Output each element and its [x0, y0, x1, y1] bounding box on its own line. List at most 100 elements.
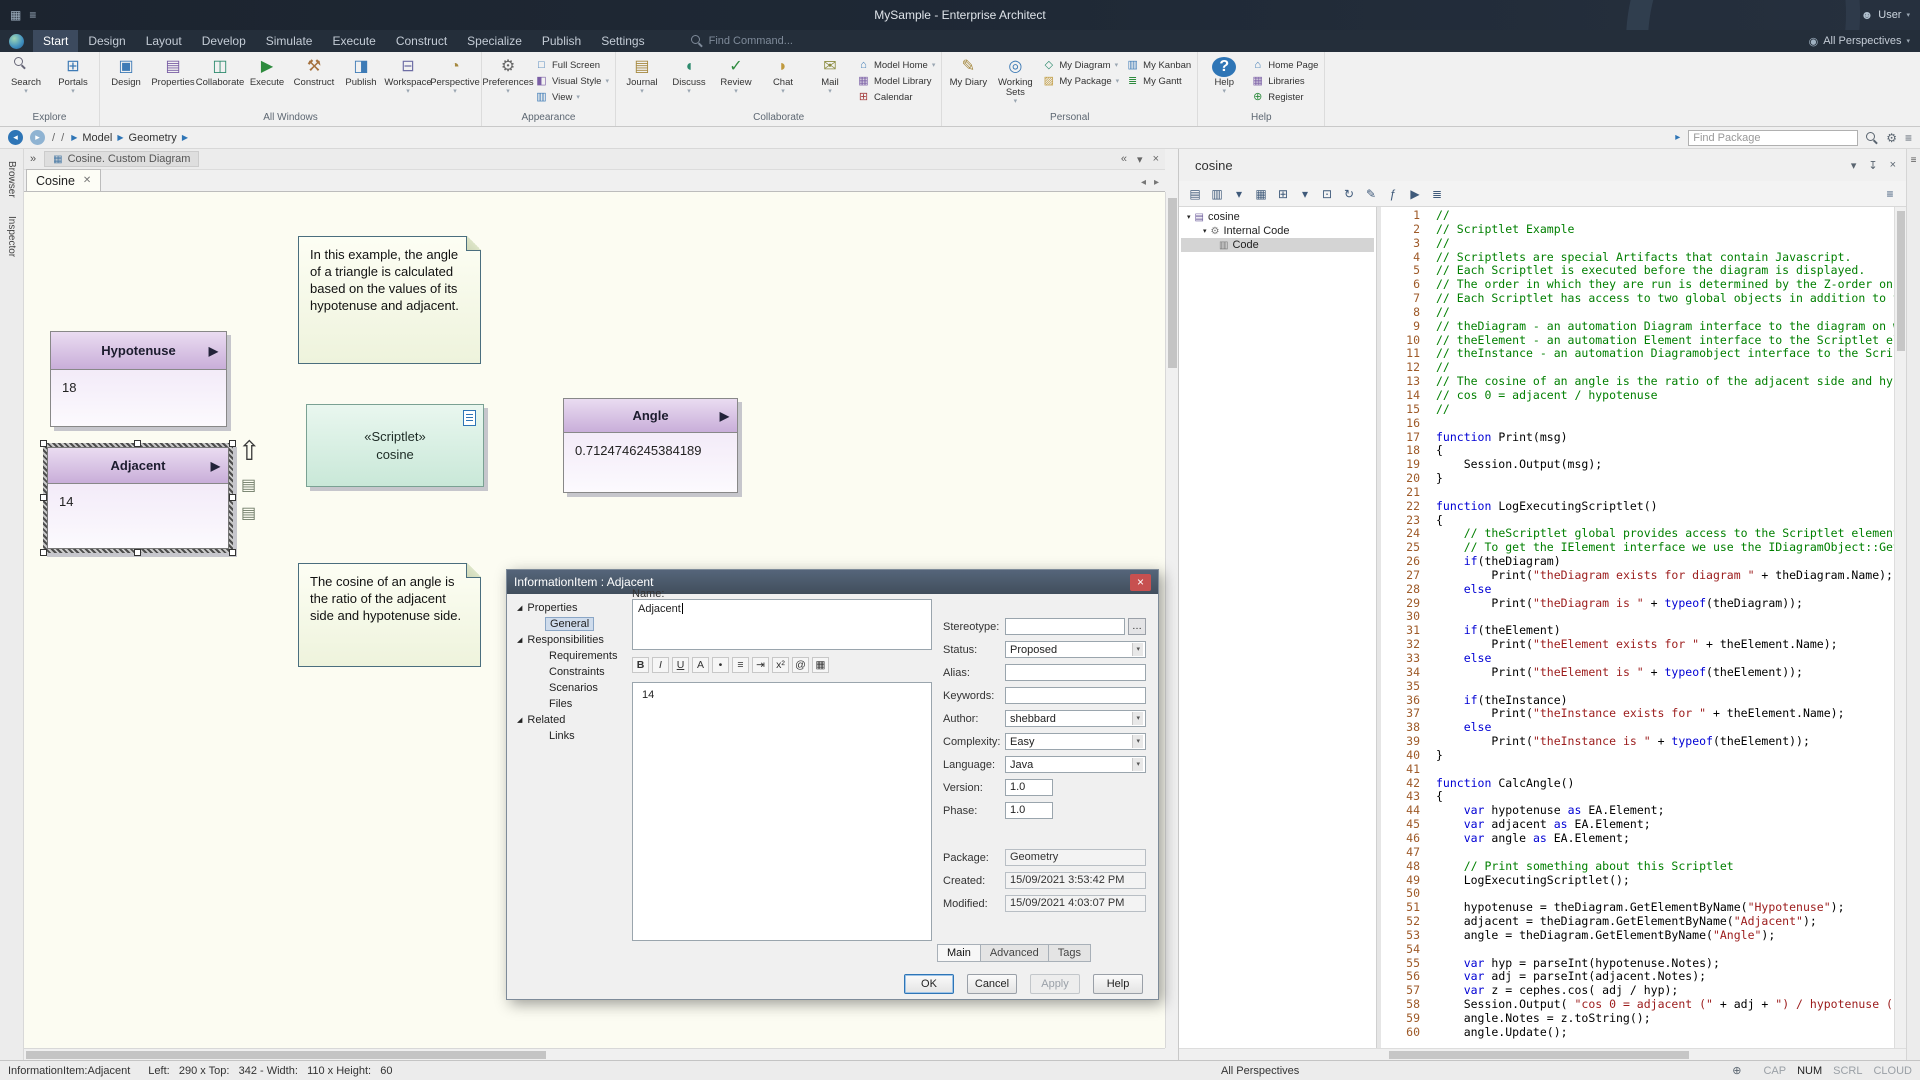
find-package-input[interactable] [1688, 130, 1858, 146]
user-menu[interactable]: ☻ User ▾ [1861, 8, 1910, 22]
close-icon[interactable]: × [1890, 159, 1896, 172]
add-icon[interactable]: ⊞ [1274, 185, 1292, 203]
complexity-select[interactable]: Easy▾ [1005, 733, 1146, 750]
note-element-1[interactable]: In this example, the angle of a triangle… [298, 236, 481, 364]
scroll-left-icon[interactable]: ◂ [1141, 177, 1146, 188]
ribbon-button-portals[interactable]: ⊞Portals▾ [50, 54, 96, 95]
status-select[interactable]: Proposed▾ [1005, 641, 1146, 658]
nav-forward-button[interactable]: ▸ [30, 130, 45, 145]
run-icon[interactable]: ▶ [1406, 185, 1424, 203]
ok-button[interactable]: OK [904, 974, 954, 994]
element-hypotenuse[interactable]: Hypotenuse ▶ 18 [50, 331, 227, 427]
language-select[interactable]: Java▾ [1005, 756, 1146, 773]
mini-element-icon[interactable]: ▤ [241, 503, 256, 523]
selection-handle[interactable] [40, 549, 47, 556]
ribbon-button-view[interactable]: ▥View▾ [532, 90, 612, 104]
element-adjacent-selected[interactable]: Adjacent ▶ 14 [43, 443, 233, 553]
func-icon[interactable]: ƒ [1384, 185, 1402, 203]
ribbon-button-discuss[interactable]: ◖Discuss▾ [666, 54, 712, 95]
selection-handle[interactable] [229, 440, 236, 447]
alias-input[interactable] [1005, 664, 1146, 681]
perspectives-menu[interactable]: ◉ All Perspectives ▾ [1809, 35, 1910, 48]
ribbon-button-register[interactable]: ⊕Register [1248, 90, 1321, 104]
ribbon-button-mail[interactable]: ✉Mail▾ [807, 54, 853, 95]
close-icon[interactable]: ✕ [83, 175, 91, 186]
ribbon-button-my-gantt[interactable]: ≣My Gantt [1123, 74, 1194, 88]
edit-icon[interactable]: ✎ [1362, 185, 1380, 203]
italic-button[interactable]: I [652, 657, 669, 673]
lines-icon[interactable]: ≣ [1428, 185, 1446, 203]
dialog-tree-properties[interactable]: ◢Properties [515, 600, 627, 616]
ribbon-button-chat[interactable]: ◗Chat▾ [760, 54, 806, 95]
selection-handle[interactable] [134, 549, 141, 556]
find-command[interactable]: Find Command... [691, 35, 793, 47]
ribbon-tab-publish[interactable]: Publish [532, 30, 591, 52]
ribbon-tab-simulate[interactable]: Simulate [256, 30, 323, 52]
gear-icon[interactable]: ⚙ [1886, 131, 1897, 145]
menu-icon[interactable]: ≡ [1911, 155, 1917, 1060]
superscript-button[interactable]: x² [772, 657, 789, 673]
ribbon-button-collaborate[interactable]: ◫Collaborate [197, 54, 243, 88]
chevron-down-icon[interactable]: ▾ [1137, 153, 1143, 166]
image-button[interactable]: ▦ [812, 657, 829, 673]
dialog-tree-scenarios[interactable]: Scenarios [515, 680, 627, 696]
dialog-tree-general[interactable]: General [515, 616, 627, 632]
code-tree-code[interactable]: ▥Code [1181, 238, 1374, 252]
refresh-icon[interactable]: ↻ [1340, 185, 1358, 203]
dropdown-icon[interactable]: ▾ [1230, 185, 1248, 203]
app-logo[interactable] [9, 34, 24, 49]
ribbon-tab-start[interactable]: Start [33, 30, 78, 52]
ribbon-button-workspace[interactable]: ⊟Workspace▾ [385, 54, 431, 95]
close-icon[interactable]: × [1153, 153, 1159, 166]
ribbon-button-my-diagram[interactable]: ◇My Diagram▾ [1039, 58, 1122, 72]
code-text[interactable]: //// Scriptlet Example//// Scriptlets ar… [1427, 207, 1906, 1048]
ribbon-tab-specialize[interactable]: Specialize [457, 30, 532, 52]
hyperlink-button[interactable]: @ [792, 657, 809, 673]
ribbon-tab-develop[interactable]: Develop [192, 30, 256, 52]
ribbon-tab-execute[interactable]: Execute [322, 30, 385, 52]
ribbon-button-visual-style[interactable]: ◧Visual Style▾ [532, 74, 612, 88]
dialog-tree-constraints[interactable]: Constraints [515, 664, 627, 680]
name-input[interactable]: Adjacent [632, 599, 932, 650]
keywords-input[interactable] [1005, 687, 1146, 704]
mini-element-icon[interactable]: ▤ [241, 475, 256, 495]
pin-icon[interactable]: ↧ [1868, 159, 1877, 172]
collapse-icon[interactable]: « [1121, 153, 1127, 166]
menu-icon[interactable]: ≡ [1881, 185, 1899, 203]
numbered-list-button[interactable]: ≡ [732, 657, 749, 673]
search-icon[interactable] [1866, 132, 1878, 144]
browse-button[interactable]: … [1128, 618, 1146, 635]
element-angle[interactable]: Angle ▶ 0.7124746245384189 [563, 398, 738, 493]
selection-handle[interactable] [40, 440, 47, 447]
indent-button[interactable]: ⇥ [752, 657, 769, 673]
author-select[interactable]: shebbard▾ [1005, 710, 1146, 727]
save-icon[interactable]: ⊡ [1318, 185, 1336, 203]
selection-handle[interactable] [40, 494, 47, 501]
dialog-tab-tags[interactable]: Tags [1048, 944, 1091, 962]
canvas-vertical-scrollbar[interactable] [1165, 192, 1178, 1048]
ribbon-button-journal[interactable]: ▤Journal▾ [619, 54, 665, 95]
menu-icon[interactable]: ≡ [1905, 131, 1912, 145]
note-element-2[interactable]: The cosine of an angle is the ratio of t… [298, 563, 481, 667]
dialog-tree-responsibilities[interactable]: ◢Responsibilities [515, 632, 627, 648]
selection-handle[interactable] [229, 494, 236, 501]
find-package-go-button[interactable]: ▸ [1675, 132, 1680, 143]
ribbon-button-model-home[interactable]: ⌂Model Home▾ [854, 58, 938, 72]
chevron-down-icon[interactable]: ▾ [1851, 159, 1857, 172]
dialog-tab-main[interactable]: Main [937, 944, 981, 962]
ribbon-button-properties[interactable]: ▤Properties [150, 54, 196, 88]
element-scriptlet-cosine[interactable]: «Scriptlet» cosine [306, 404, 484, 487]
scroll-right-icon[interactable]: ▸ [1154, 177, 1159, 188]
grid-icon[interactable]: ▤ [1186, 185, 1204, 203]
ribbon-button-search[interactable]: Search▾ [3, 54, 49, 95]
dialog-tree-related[interactable]: ◢Related [515, 712, 627, 728]
close-button[interactable]: × [1130, 574, 1151, 591]
dock-tab-browser[interactable]: Browser [6, 157, 17, 202]
canvas-horizontal-scrollbar[interactable] [24, 1048, 1165, 1060]
ribbon-button-help[interactable]: ?Help▾ [1201, 54, 1247, 95]
dialog-tab-advanced[interactable]: Advanced [980, 944, 1049, 962]
ribbon-button-construct[interactable]: ⚒Construct [291, 54, 337, 88]
app-grid-icon[interactable]: ▦ [10, 8, 21, 22]
code-horizontal-scrollbar[interactable] [1179, 1048, 1906, 1060]
zoom-icon[interactable]: ⊕ [1732, 1064, 1741, 1077]
